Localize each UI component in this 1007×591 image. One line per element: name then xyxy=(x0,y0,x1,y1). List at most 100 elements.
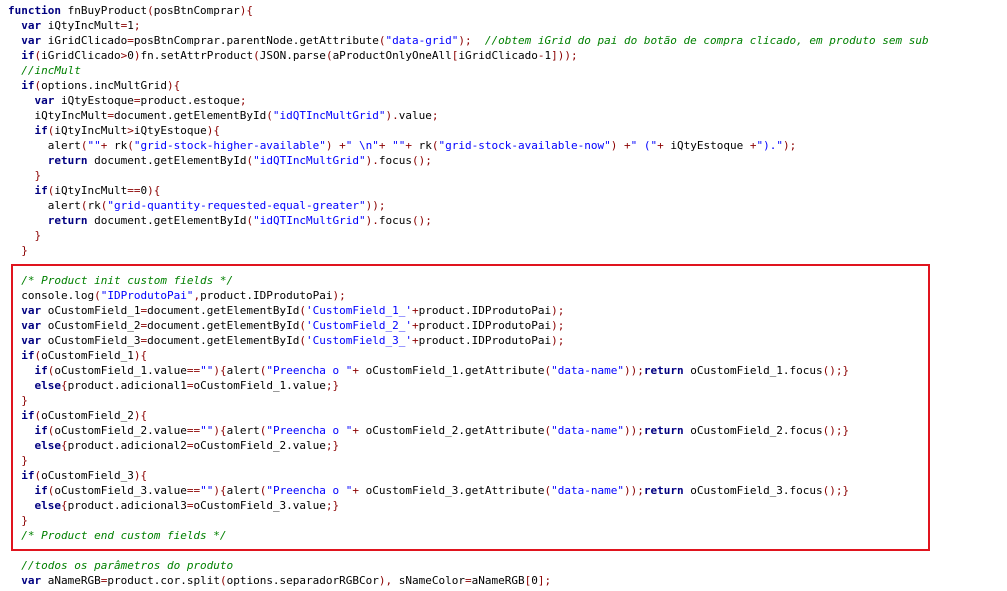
code-token: ();} xyxy=(822,364,850,377)
code-line: alert(""+ rk("grid-stock-higher-availabl… xyxy=(8,138,929,153)
code-token: product.adicional3 xyxy=(67,499,187,512)
code-block[interactable]: function fnBuyProduct(posBtnComprar){ va… xyxy=(8,3,929,588)
code-line: var oCustomField_3=document.getElementBy… xyxy=(8,333,929,348)
code-token: "" xyxy=(200,484,214,497)
code-token: else xyxy=(34,499,62,512)
code-line: } xyxy=(8,228,929,243)
code-token: } xyxy=(34,229,42,242)
code-token: ){ xyxy=(133,349,148,362)
code-token: posBtnComprar xyxy=(153,4,240,17)
code-token: "grid-quantity-requested-equal-greater" xyxy=(107,199,366,212)
code-token: ( xyxy=(378,34,386,47)
code-token: 'CustomField_1_' xyxy=(306,304,413,317)
code-token: oCustomField_3 xyxy=(41,334,141,347)
code-line: return document.getElementById("idQTIncM… xyxy=(8,213,929,228)
code-token: + xyxy=(412,304,419,317)
code-line: } xyxy=(8,513,929,528)
code-token: == xyxy=(186,364,201,377)
code-token: (); xyxy=(412,214,432,227)
code-token: product.adicional2 xyxy=(67,439,187,452)
code-token: ;} xyxy=(325,379,340,392)
code-token: rk xyxy=(87,199,101,212)
code-line: } xyxy=(8,243,929,258)
code-token: fn.setAttrProduct xyxy=(140,49,254,62)
code-token: options.separadorRGBCor xyxy=(226,574,379,587)
code-token: ). xyxy=(365,154,379,167)
code-token: 0 xyxy=(531,574,538,587)
code-token: alert xyxy=(8,199,81,212)
code-line: var iQtyEstoque=product.estoque; xyxy=(8,93,929,108)
code-token: oCustomField_1.value xyxy=(54,364,187,377)
code-token: product.adicional1 xyxy=(67,379,187,392)
code-token: "idQTIncMultGrid" xyxy=(253,154,366,167)
code-token: if xyxy=(21,409,35,422)
code-token: "idQTIncMultGrid" xyxy=(253,214,366,227)
code-line: var iQtyIncMult=1; xyxy=(8,18,929,33)
code-token: "grid-stock-higher-available" xyxy=(133,139,326,152)
code-line: } xyxy=(8,168,929,183)
code-line: if(oCustomField_2){ xyxy=(8,408,929,423)
code-line: return document.getElementById("idQTIncM… xyxy=(8,153,929,168)
code-token: "grid-stock-available-now" xyxy=(438,139,611,152)
code-token: console.log xyxy=(8,289,95,302)
code-token: fnBuyProduct xyxy=(60,4,148,17)
code-token: iQtyEstoque xyxy=(663,139,750,152)
code-token: "IDProdutoPai" xyxy=(100,289,194,302)
code-token: var xyxy=(34,94,55,107)
code-token: /* Product end custom fields */ xyxy=(21,529,227,542)
code-token: iQtyIncMult xyxy=(8,109,108,122)
code-token: if xyxy=(34,124,48,137)
code-line: //incMult xyxy=(8,63,929,78)
code-line: else{product.adicional2=oCustomField_2.v… xyxy=(8,438,929,453)
code-line: if(oCustomField_3.value==""){alert("Pree… xyxy=(8,483,929,498)
code-line: if(oCustomField_1.value==""){alert("Pree… xyxy=(8,363,929,378)
code-token: ( xyxy=(147,4,154,17)
code-token: ){ xyxy=(147,184,161,197)
code-token: )); xyxy=(365,199,386,212)
code-token: { xyxy=(61,499,68,512)
code-token: var xyxy=(21,574,42,587)
code-editor[interactable]: function fnBuyProduct(posBtnComprar){ va… xyxy=(0,0,1007,591)
code-token: ])); xyxy=(551,49,578,62)
code-token: //todos os parâmetros do produto xyxy=(21,559,234,572)
code-token: function xyxy=(8,4,61,17)
code-token: product.IDProdutoPai xyxy=(418,319,552,332)
code-token: var xyxy=(21,304,42,317)
code-token: ( xyxy=(219,574,227,587)
code-token: )); xyxy=(623,484,644,497)
code-token: iQtyIncMult xyxy=(41,19,121,32)
code-token: ) xyxy=(325,139,333,152)
code-token: iQtyEstoque xyxy=(133,124,207,137)
code-token: ); xyxy=(551,334,565,347)
code-token: ){ xyxy=(213,424,227,437)
code-token: product.IDProdutoPai xyxy=(200,289,333,302)
code-token: + xyxy=(412,319,419,332)
code-token: ( xyxy=(431,139,439,152)
code-token: iGridClicado xyxy=(41,34,128,47)
code-token: oCustomField_1.value xyxy=(193,379,326,392)
code-token: ); xyxy=(782,139,797,152)
code-token: document.getElementById xyxy=(147,304,300,317)
code-token: == xyxy=(127,184,141,197)
code-token: var xyxy=(21,34,42,47)
code-token: ();} xyxy=(822,484,850,497)
code-token: "Preencha o " xyxy=(266,424,353,437)
code-token: ; xyxy=(239,94,247,107)
code-token: "idQTIncMultGrid" xyxy=(272,109,386,122)
code-token: iQtyIncMult xyxy=(54,184,128,197)
code-token: product.cor.split xyxy=(107,574,220,587)
code-token: == xyxy=(186,484,201,497)
code-token: 1 xyxy=(127,19,134,32)
code-token: "" xyxy=(392,139,406,152)
code-token: ;} xyxy=(325,499,340,512)
